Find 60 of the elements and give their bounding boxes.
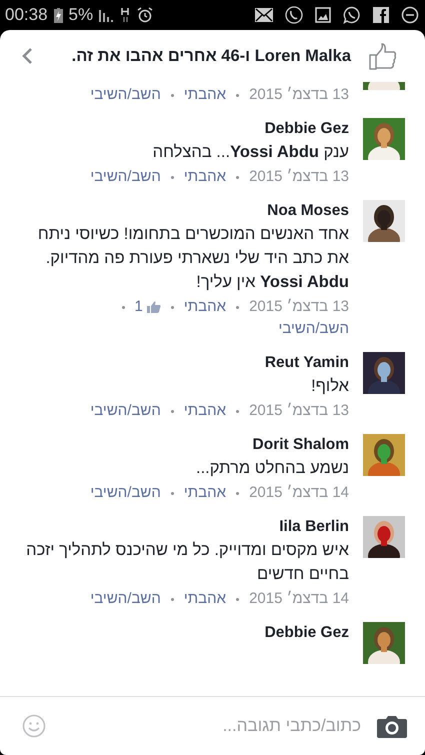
comment-date: 13 בדצמ׳ 2015 bbox=[249, 401, 349, 421]
phone-icon bbox=[285, 6, 303, 24]
separator-dot-icon bbox=[170, 176, 174, 178]
commenter-name[interactable]: Debbie Gez bbox=[264, 118, 349, 140]
image-icon bbox=[315, 7, 331, 23]
comment-date: 14 בדצמ׳ 2015 bbox=[249, 589, 349, 609]
comment-text: נשמע בהחלט מרתק... bbox=[196, 458, 349, 479]
separator-dot-icon bbox=[236, 306, 240, 308]
back-chevron-icon[interactable] bbox=[22, 47, 33, 65]
comment-text: איש מקסים ומדוייק. כל מי שהיכנס לתהליך יזכה בחיים חדשים bbox=[25, 540, 349, 585]
comment-text: אלוף! bbox=[311, 376, 349, 397]
reply-link[interactable]: השב/השיבי bbox=[90, 483, 161, 503]
comment-date: 13 בדצמ׳ 2015 bbox=[249, 297, 349, 317]
social-app-icon bbox=[373, 7, 389, 23]
reply-link[interactable]: השב/השיבי bbox=[278, 319, 349, 339]
comment-date: 13 בדצמ׳ 2015 bbox=[249, 167, 349, 187]
like-link[interactable]: אהבתי bbox=[184, 483, 226, 503]
comment-input[interactable]: כתוב/כתבי תגובה... bbox=[60, 715, 363, 737]
likes-summary[interactable]: Loren Malka ו-46 אחרים אהבו את זה. bbox=[33, 46, 351, 66]
separator-dot-icon bbox=[170, 598, 174, 600]
commenter-name[interactable]: Debbie Gez bbox=[264, 622, 349, 644]
camera-icon[interactable] bbox=[377, 714, 407, 738]
reply-link[interactable]: השב/השיבי bbox=[90, 401, 161, 421]
separator-dot-icon bbox=[170, 94, 174, 96]
thumbs-up-icon[interactable] bbox=[369, 42, 397, 70]
separator-dot-icon bbox=[170, 306, 174, 308]
like-link[interactable]: אהבתי bbox=[184, 401, 226, 421]
like-count[interactable]: 1 bbox=[134, 297, 143, 317]
separator-dot-icon bbox=[236, 176, 240, 178]
smiley-icon[interactable] bbox=[22, 714, 46, 738]
reply-link[interactable]: השב/השיבי bbox=[90, 167, 161, 187]
separator-dot-icon bbox=[236, 598, 240, 600]
network-icon bbox=[121, 7, 132, 23]
reply-link[interactable]: השב/השיבי bbox=[90, 85, 161, 105]
reply-link[interactable]: השב/השיבי bbox=[90, 589, 161, 609]
commenter-name[interactable]: Dorit Shalom bbox=[252, 434, 349, 456]
separator-dot-icon bbox=[170, 410, 174, 412]
separator-dot-icon bbox=[236, 94, 240, 96]
battery-level: 5% bbox=[68, 5, 94, 25]
comment-date: 13 בדצמ׳ 2015 bbox=[249, 85, 349, 105]
separator-dot-icon bbox=[170, 492, 174, 494]
separator-dot-icon bbox=[122, 306, 125, 308]
commenter-name[interactable]: Iila Berlin bbox=[279, 516, 349, 538]
like-link[interactable]: אהבתי bbox=[184, 297, 226, 317]
separator-dot-icon bbox=[236, 410, 240, 412]
like-link[interactable]: אהבתי bbox=[184, 167, 226, 187]
minus-circle-icon bbox=[401, 6, 419, 24]
comment-date: 14 בדצמ׳ 2015 bbox=[249, 483, 349, 503]
alarm-icon bbox=[137, 7, 154, 23]
mail-icon bbox=[255, 8, 273, 22]
status-time: 00:38 bbox=[5, 5, 48, 25]
like-link[interactable]: אהבתי bbox=[184, 85, 226, 105]
like-link[interactable]: אהבתי bbox=[184, 589, 226, 609]
signal-icon bbox=[99, 8, 116, 22]
battery-icon bbox=[54, 8, 63, 22]
separator-dot-icon bbox=[236, 492, 240, 494]
chat-icon bbox=[343, 6, 361, 24]
commenter-name[interactable]: Noa Moses bbox=[267, 200, 349, 222]
commenter-name[interactable]: Reut Yamin bbox=[264, 352, 349, 374]
thumbs-up-icon bbox=[146, 301, 161, 313]
